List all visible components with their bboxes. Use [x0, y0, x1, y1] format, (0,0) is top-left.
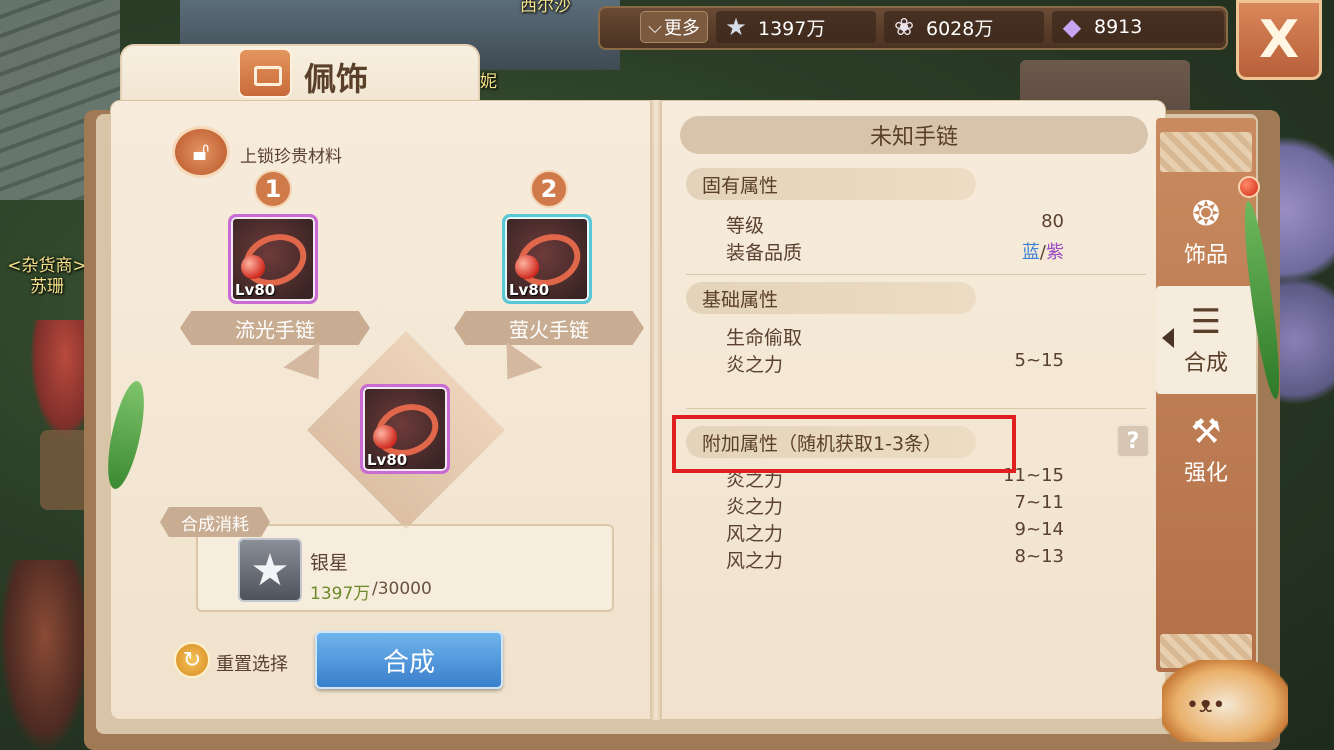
crystal-currency[interactable]: ◆ 8913 [1052, 11, 1224, 43]
item-name: 未知手链 [680, 116, 1148, 154]
attribute-name: 风之力 [726, 523, 784, 545]
lock-material-label[interactable]: 上锁珍贵材料 [240, 142, 342, 167]
base-attributes-header: 基础属性 [686, 282, 976, 314]
innate-attributes-header: 固有属性 [686, 168, 976, 200]
cost-tag: 合成消耗 [160, 507, 270, 537]
attribute-value: 8~13 [1014, 546, 1064, 567]
help-button[interactable]: ? [1116, 424, 1150, 458]
cost-item-name: 银星 [310, 552, 349, 574]
attribute-name: 炎之力 [726, 496, 784, 518]
hammer-icon: ⚒ [1190, 412, 1222, 452]
material-slot-1[interactable]: Lv80 [228, 214, 318, 304]
more-button[interactable]: ⌵ 更多 [640, 11, 708, 43]
panel-title: 佩饰 [304, 60, 369, 98]
item-level: Lv80 [235, 281, 276, 299]
highlight-box [672, 415, 1016, 473]
attribute-row: 风之力 8~13 [726, 546, 1064, 572]
notification-dot [1238, 176, 1260, 198]
accessory-icon: ❂ [1191, 194, 1221, 234]
slot-number: 1 [254, 170, 292, 208]
attribute-value: 80 [1041, 211, 1064, 232]
quality-purple: 紫 [1046, 242, 1064, 263]
attribute-value: 5~15 [1014, 350, 1064, 371]
result-slot[interactable]: Lv80 [360, 384, 450, 474]
background-npc [0, 560, 90, 750]
active-tab-arrow-icon [1162, 328, 1174, 348]
shell-value: 6028万 [926, 17, 994, 40]
bag-icon [238, 48, 292, 98]
book-spine [650, 100, 662, 720]
npc-shop-label: <杂货商> 苏珊 [2, 256, 92, 298]
unlock-icon[interactable]: 🔓︎ [172, 126, 230, 178]
npc-name-label: 妮 [480, 72, 497, 92]
more-label: 更多 [663, 18, 700, 39]
npc-name: 苏珊 [30, 277, 64, 297]
quality-value: 蓝/紫 [1022, 238, 1064, 264]
shell-icon: ❀ [893, 13, 915, 41]
silver-star-currency[interactable]: ★ 1397万 [716, 11, 876, 43]
material-slot-2[interactable]: Lv80 [502, 214, 592, 304]
crystal-value: 8913 [1094, 16, 1143, 38]
star-icon: ★ [725, 13, 747, 41]
divider [686, 408, 1146, 409]
material-name-1: 流光手链 [180, 311, 370, 345]
chevron-down-icon: ⌵ [648, 16, 662, 38]
attribute-name: 等级 [726, 215, 765, 237]
cost-need: /30000 [372, 579, 432, 599]
reset-icon[interactable]: ↻ [174, 642, 210, 678]
slot-number: 2 [530, 170, 568, 208]
item-level: Lv80 [367, 451, 408, 469]
quality-blue: 蓝 [1021, 242, 1040, 263]
reset-button[interactable]: 重置选择 [216, 650, 288, 676]
tab-label: 强化 [1183, 461, 1228, 486]
attribute-name: 生命偷取 [726, 327, 803, 349]
tab-enhance[interactable]: ⚒ 强化 [1156, 396, 1256, 504]
attribute-value: 7~11 [1014, 492, 1064, 513]
divider [686, 274, 1146, 275]
tab-label: 合成 [1183, 351, 1228, 376]
attribute-value: 9~14 [1014, 519, 1064, 540]
shell-currency[interactable]: ❀ 6028万 [884, 11, 1044, 43]
attribute-row: 风之力 9~14 [726, 519, 1064, 545]
tab-label: 饰品 [1183, 243, 1228, 268]
compose-button[interactable]: 合成 [315, 631, 503, 689]
scroll-icon: ☰ [1190, 302, 1222, 342]
attribute-name: 炎之力 [726, 354, 784, 376]
silver-star-value: 1397万 [758, 17, 826, 40]
crystal-icon: ◆ [1062, 13, 1082, 41]
material-name-2: 萤火手链 [454, 311, 644, 345]
silver-star-icon[interactable]: ★ [238, 538, 302, 602]
npc-role: <杂货商> [7, 256, 87, 276]
cost-have: 1397万 [310, 584, 371, 604]
pet-face-icon: •ᴥ• [1186, 693, 1226, 718]
gem-icon [373, 425, 397, 449]
close-button[interactable]: X [1236, 0, 1322, 80]
attribute-row: 炎之力 7~11 [726, 492, 1064, 518]
attribute-name: 装备品质 [726, 242, 803, 264]
attribute-row: 等级 80 [726, 211, 1064, 237]
tab-bar-ornament [1160, 132, 1252, 172]
attribute-row: 装备品质 蓝/紫 [726, 238, 1064, 264]
attribute-row: 炎之力 5~15 [726, 350, 1064, 376]
gem-icon [515, 255, 539, 279]
gem-icon [241, 255, 265, 279]
item-level: Lv80 [509, 281, 550, 299]
npc-name-label: 西尔沙 [520, 0, 571, 16]
attribute-row: 生命偷取 [726, 323, 1064, 349]
attribute-name: 风之力 [726, 550, 784, 572]
